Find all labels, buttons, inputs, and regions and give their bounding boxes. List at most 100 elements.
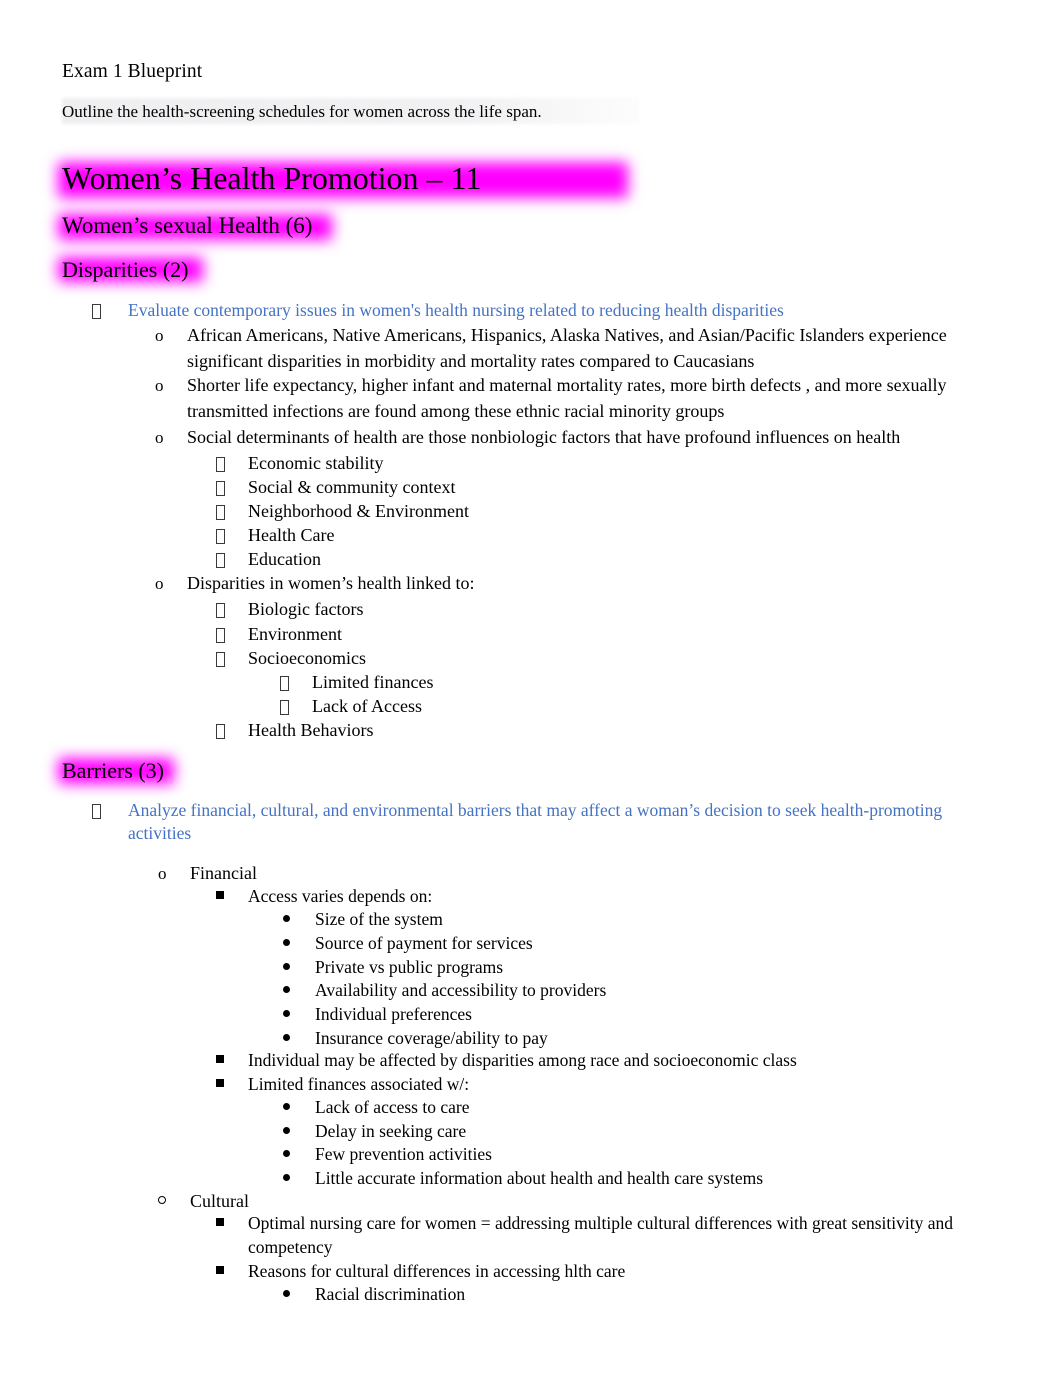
disc-bullet-icon [283,932,315,956]
list-item: Size of the system [283,908,883,932]
list-item: Reasons for cultural differences in acce… [216,1260,916,1284]
disc-bullet-icon [283,1143,315,1167]
square-bullet-icon [216,1049,248,1073]
tofu-bullet-icon [92,799,128,822]
list-item: Availability and accessibility to provid… [283,979,883,1003]
square-bullet-icon [216,885,248,909]
list-item-label: Disparities in women’s health linked to: [187,573,475,593]
list-item-label: Access varies depends on: [248,886,433,906]
tofu-bullet-icon [280,694,312,719]
tofu-bullet-icon [216,597,248,622]
list-item: Health Care [216,523,816,548]
list-item: Limited finances associated w/: [216,1073,916,1097]
objective-text: Evaluate contemporary issues in women's … [128,300,784,320]
list-item-label: Lack of Access [312,696,422,716]
list-item-label: Shorter life expectancy, higher infant a… [187,375,947,421]
list-item-label: Socioeconomics [248,648,366,668]
heading-disparities: Disparities (2) [58,255,203,284]
list-item: Insurance coverage/ability to pay [283,1027,883,1051]
list-item-label: Social determinants of health are those … [187,427,901,447]
heading-womens-sexual-health: Women’s sexual Health (6) [58,211,332,241]
disc-bullet-icon [283,979,315,1003]
tofu-bullet-icon [216,646,248,671]
o-bullet-icon: o [155,326,164,345]
list-item-label: African Americans, Native Americans, His… [187,325,947,371]
document-page: Exam 1 Blueprint Outline the health-scre… [0,0,1062,1377]
list-item-label: Biologic factors [248,599,364,619]
list-item: Private vs public programs [283,956,883,980]
tofu-bullet-icon [280,670,312,695]
objective-barriers: Analyze financial, cultural, and environ… [92,799,972,845]
disc-bullet-icon [283,1283,315,1307]
heading-text: Women’s Health Promotion – 11 [62,160,482,196]
list-item: Racial discrimination [283,1283,883,1307]
list-item: Optimal nursing care for women = address… [216,1212,1006,1259]
list-item: Lack of access to care [283,1096,933,1120]
disc-bullet-icon [283,1027,315,1051]
disc-bullet-icon [283,1096,315,1120]
lead-line-text: Outline the health-screening schedules f… [62,102,542,121]
list-item-label: Individual preferences [315,1004,472,1024]
list-item: Lack of Access [280,694,780,719]
objective-disparities: Evaluate contemporary issues in women's … [92,299,992,322]
disc-bullet-icon [283,1003,315,1027]
page-title: Exam 1 Blueprint [62,61,203,82]
hollow-circle-bullet-icon [158,1189,190,1215]
disc-bullet-icon [283,908,315,932]
list-item-label: Optimal nursing care for women = address… [248,1213,953,1257]
list-item: Individual preferences [283,1003,883,1027]
square-bullet-icon [216,1212,248,1236]
heading-barriers: Barriers (3) [58,756,174,785]
list-item: o Shorter life expectancy, higher infant… [155,373,955,424]
list-item: o Social determinants of health are thos… [155,425,1000,451]
disc-bullet-icon [283,1167,315,1191]
list-item-label: Source of payment for services [315,933,533,953]
list-item: Few prevention activities [283,1143,933,1167]
list-item: Delay in seeking care [283,1120,933,1144]
list-item-label: Few prevention activities [315,1144,492,1164]
tofu-bullet-icon [216,475,248,500]
list-item-label: Cultural [190,1191,249,1211]
list-item: Limited finances [280,670,780,695]
list-item-label: Racial discrimination [315,1284,466,1304]
list-item-label: Availability and accessibility to provid… [315,980,607,1000]
disc-bullet-icon [283,956,315,980]
list-item: Neighborhood & Environment [216,499,816,524]
list-item-label: Little accurate information about health… [315,1168,764,1188]
o-bullet-icon: o [155,428,164,447]
list-item-label: Neighborhood & Environment [248,501,469,521]
list-item: Source of payment for services [283,932,883,956]
list-item: Health Behaviors [216,718,816,743]
list-item-label: Limited finances associated w/: [248,1074,470,1094]
list-item: o African Americans, Native Americans, H… [155,323,1000,374]
list-item-label: Individual may be affected by disparitie… [248,1050,797,1070]
heading-womens-health-promotion: Women’s Health Promotion – 11 [58,158,628,198]
heading-text: Women’s sexual Health (6) [62,213,313,238]
disc-bullet-icon [283,1120,315,1144]
list-item-label: Environment [248,624,342,644]
list-item: Social & community context [216,475,816,500]
o-bullet-icon: o [155,574,164,593]
list-item: Environment [216,622,816,647]
list-item-label: Financial [190,863,257,883]
heading-text: Disparities (2) [62,257,189,282]
list-item: o Disparities in women’s health linked t… [155,571,855,597]
list-item-label: Social & community context [248,477,456,497]
tofu-bullet-icon [92,299,128,322]
square-bullet-icon [216,1073,248,1097]
list-item-label: Reasons for cultural differences in acce… [248,1261,626,1281]
list-item-label: Size of the system [315,909,443,929]
list-item: Biologic factors [216,597,816,622]
list-item-label: Lack of access to care [315,1097,470,1117]
objective-text: Analyze financial, cultural, and environ… [128,800,943,843]
list-item: Little accurate information about health… [283,1167,983,1191]
list-item: Socioeconomics [216,646,816,671]
list-item-cultural: Cultural [158,1189,558,1215]
list-item-label: Economic stability [248,453,384,473]
list-item: Economic stability [216,451,816,476]
heading-text: Barriers (3) [62,758,165,783]
tofu-bullet-icon [216,547,248,572]
tofu-bullet-icon [216,499,248,524]
list-item-label: Health Care [248,525,335,545]
o-bullet-icon: o [158,864,167,883]
